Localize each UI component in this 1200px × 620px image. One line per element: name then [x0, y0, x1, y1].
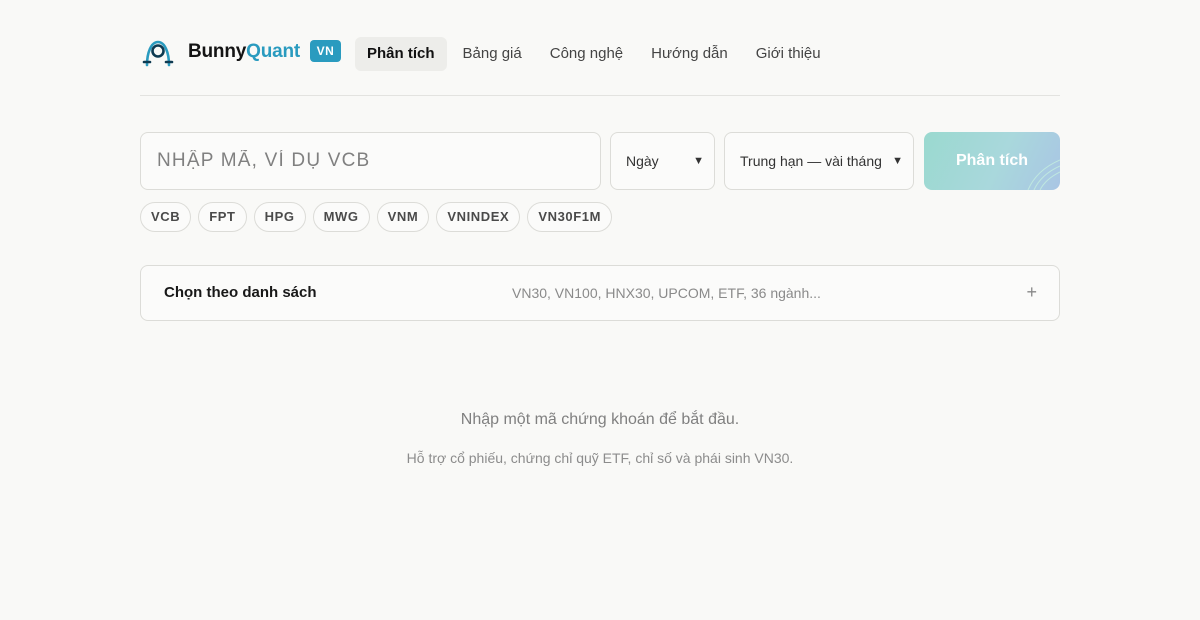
timeframe-select[interactable]: Ngày ▼ — [610, 132, 715, 190]
empty-state-subtext: Hỗ trợ cổ phiếu, chứng chỉ quỹ ETF, chỉ … — [406, 450, 794, 466]
nav-item-about[interactable]: Giới thiệu — [744, 37, 833, 71]
brand-name: BunnyQuant — [188, 37, 300, 67]
chevron-down-icon: ▼ — [693, 155, 704, 167]
brand-logo[interactable]: BunnyQuant VN — [142, 37, 341, 67]
brand-name-part2: Quant — [246, 41, 300, 62]
chip-vn30f1m[interactable]: VN30F1M — [527, 202, 613, 232]
search-row: Ngày ▼ Trung hạn — vài tháng ▼ Phân tích — [140, 132, 1060, 190]
chip-vnindex[interactable]: VNINDEX — [436, 202, 521, 232]
bunny-logo-icon — [142, 37, 174, 67]
chip-vcb[interactable]: VCB — [140, 202, 192, 232]
country-badge: VN — [310, 40, 341, 62]
nav-item-technology[interactable]: Công nghệ — [538, 37, 635, 71]
chip-vnm[interactable]: VNM — [376, 202, 430, 232]
nav-item-price-board[interactable]: Bảng giá — [451, 37, 534, 71]
chip-fpt[interactable]: FPT — [198, 202, 247, 232]
timeframe-select-value: Ngày — [626, 153, 659, 169]
empty-state-message: Nhập một mã chứng khoán để bắt đầu. — [460, 411, 740, 428]
top-header: BunnyQuant VN Phân tích Bảng giá Công ng… — [140, 0, 1060, 96]
watchlist-picker-hint: VN30, VN100, HNX30, UPCOM, ETF, 36 ngành… — [512, 285, 821, 301]
nav-item-guide[interactable]: Hướng dẫn — [639, 37, 740, 71]
horizon-select-value: Trung hạn — vài tháng — [740, 153, 882, 169]
empty-state: Nhập một mã chứng khoán để bắt đầu. Hỗ t… — [140, 408, 1060, 468]
plus-icon[interactable]: + — [1026, 266, 1037, 318]
watchlist-picker[interactable]: Chọn theo danh sách VN30, VN100, HNX30, … — [140, 265, 1060, 321]
brand-name-part1: Bunny — [188, 41, 247, 62]
chevron-down-icon: ▼ — [892, 155, 903, 167]
watchlist-picker-title: Chọn theo danh sách — [164, 284, 317, 301]
horizon-select[interactable]: Trung hạn — vài tháng ▼ — [724, 132, 914, 190]
main-nav: Phân tích Bảng giá Công nghệ Hướng dẫn G… — [355, 37, 837, 71]
quick-ticker-chips: VCB FPT HPG MWG VNM VNINDEX VN30F1M — [140, 202, 619, 232]
analyze-button[interactable]: Phân tích — [924, 132, 1060, 190]
ticker-search-input[interactable] — [140, 132, 601, 190]
nav-item-analysis[interactable]: Phân tích — [355, 37, 447, 71]
chip-hpg[interactable]: HPG — [253, 202, 306, 232]
analyze-button-label: Phân tích — [955, 152, 1028, 169]
chip-mwg[interactable]: MWG — [312, 202, 370, 232]
page-container: BunnyQuant VN Phân tích Bảng giá Công ng… — [140, 0, 1060, 466]
